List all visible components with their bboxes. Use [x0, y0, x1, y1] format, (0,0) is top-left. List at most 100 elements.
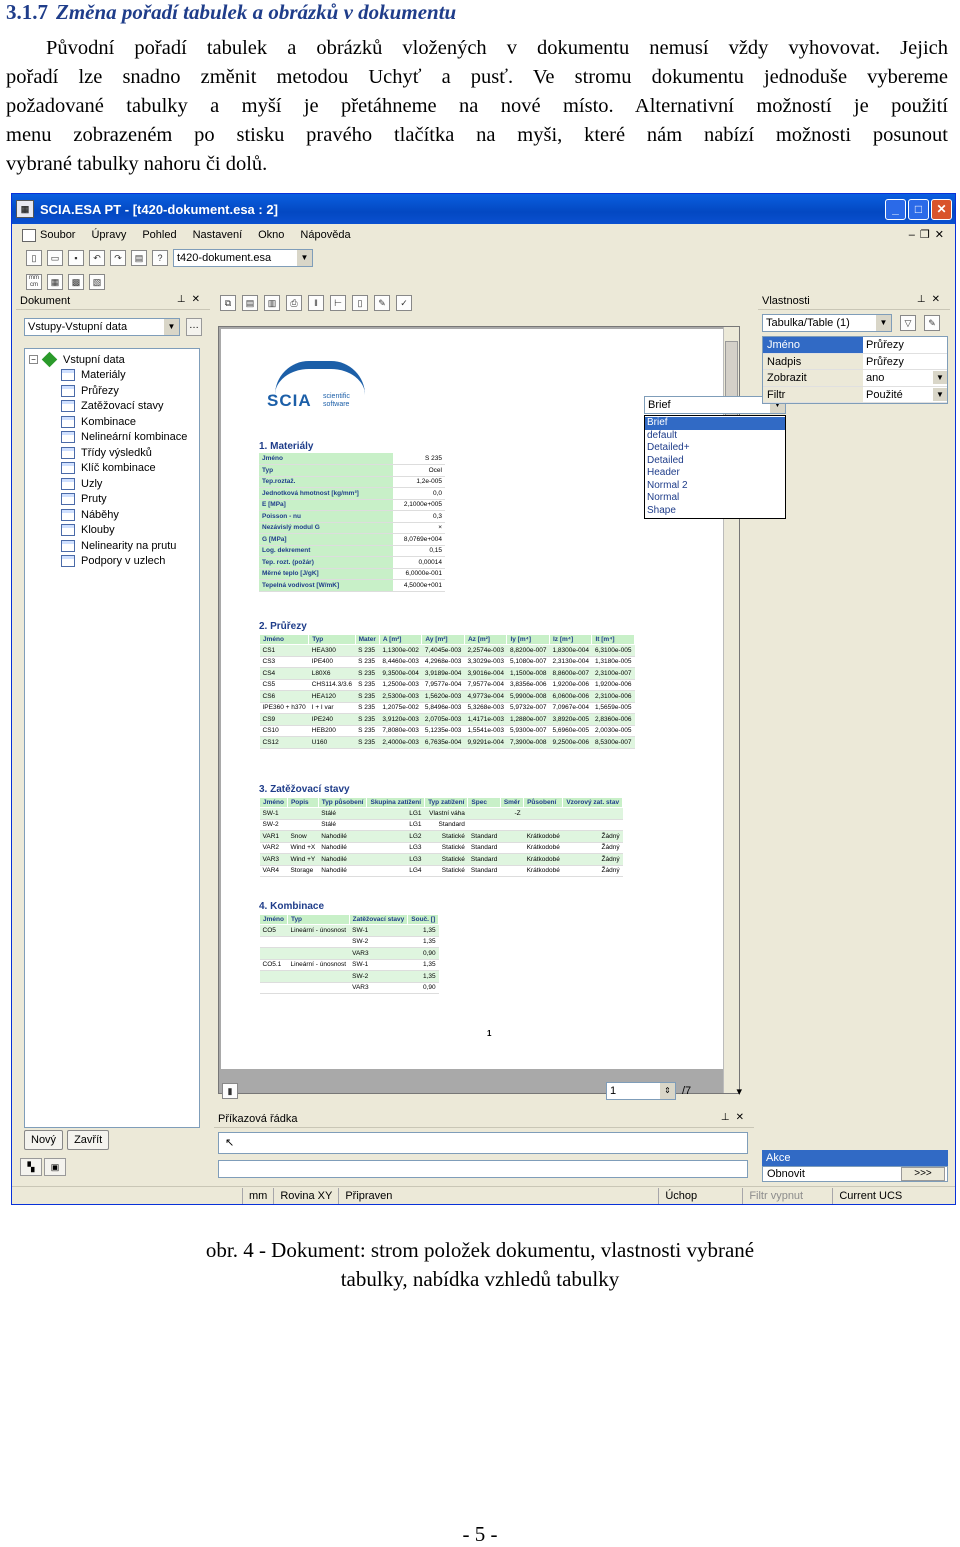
tree-item[interactable]: Kombinace — [25, 414, 199, 430]
menu-upravy[interactable]: Úpravy — [91, 229, 126, 241]
property-row[interactable]: Jméno Průřezy — [763, 337, 947, 354]
more-button[interactable]: >>> — [901, 1167, 945, 1181]
help-icon[interactable]: ? — [152, 250, 168, 266]
property-value[interactable]: Použité ▼ — [863, 387, 947, 403]
page-number: - 5 - — [462, 1522, 498, 1546]
object-combo[interactable]: Tabulka/Table (1) ▼ — [762, 314, 892, 332]
mdi-controls[interactable]: –❐✕ — [909, 228, 949, 241]
table-cell: LG3 — [366, 853, 425, 866]
chevron-down-icon[interactable]: ▼ — [297, 250, 312, 266]
app-icon[interactable]: ▦ — [16, 200, 34, 218]
report-icon[interactable]: ▧ — [89, 274, 105, 290]
title-bar[interactable]: ▦ SCIA.ESA PT - [t420-dokument.esa : 2] … — [12, 194, 955, 224]
tree-item[interactable]: Třídy výsledků — [25, 445, 199, 461]
cursor-arrow-icon[interactable]: ↖ — [225, 1136, 234, 1149]
tree-root[interactable]: − Vstupní data — [25, 351, 199, 368]
property-value[interactable]: Průřezy — [863, 337, 947, 353]
book-icon[interactable]: ▮ — [222, 1083, 238, 1099]
pencil-icon[interactable]: ✎ — [924, 315, 940, 331]
grid-icon[interactable]: ▩ — [68, 274, 84, 290]
menu-napoveda[interactable]: Nápověda — [300, 229, 350, 241]
tree-item[interactable]: Zatěžovací stavy — [25, 399, 199, 415]
close-panel-button[interactable]: Zavřít — [67, 1130, 110, 1150]
menu-label: Soubor — [40, 229, 76, 241]
property-row[interactable]: Zobrazit ano ▼ — [763, 370, 947, 387]
table-cell: 8,5300e-007 — [591, 736, 635, 749]
property-row[interactable]: Nadpis Průřezy — [763, 353, 947, 370]
open-folder-icon[interactable]: ▭ — [47, 250, 63, 266]
minimize-button[interactable]: _ — [885, 199, 906, 220]
new-button[interactable]: Nový — [24, 1130, 64, 1150]
units-icon[interactable]: mm cm — [26, 274, 42, 290]
tree-item[interactable]: Nelineární kombinace — [25, 430, 199, 446]
browse-button[interactable]: … — [186, 318, 202, 336]
status-filter[interactable]: Filtr vypnut — [742, 1187, 832, 1204]
copy-icon[interactable]: ⧉ — [220, 295, 236, 311]
save-icon[interactable]: ▪ — [68, 250, 84, 266]
insert-table-icon[interactable]: ▤ — [242, 295, 258, 311]
tab-document-icon[interactable]: ▣ — [44, 1158, 66, 1176]
chevron-down-icon[interactable]: ▼ — [164, 319, 179, 335]
close-button[interactable]: ✕ — [931, 199, 952, 220]
table-cell: CS12 — [259, 736, 309, 749]
tree-filter-combo[interactable]: Vstupy-Vstupní data ▼ — [24, 318, 180, 336]
status-plane[interactable]: Rovina XY — [273, 1187, 338, 1204]
property-grid[interactable]: Jméno Průřezy Nadpis Průřezy Zobrazit ano ▼ … — [762, 336, 948, 404]
menu-pohled[interactable]: Pohled — [142, 229, 176, 241]
print-icon[interactable]: ⎙ — [286, 295, 302, 311]
tree-item[interactable]: Podpory v uzlech — [25, 554, 199, 570]
table-icon — [61, 462, 75, 475]
spinner-icon[interactable]: ⇕ — [660, 1083, 675, 1099]
filter-icon[interactable]: ▽ — [900, 315, 916, 331]
table-row: Tep. rozt. (požár) 0,00014 — [259, 556, 445, 569]
table-cell: 3,3029e-003 — [464, 656, 507, 668]
command-input[interactable] — [218, 1160, 748, 1178]
tree-item[interactable]: Pruty — [25, 492, 199, 508]
property-value[interactable]: ano ▼ — [863, 370, 947, 386]
status-ucs[interactable]: Current UCS — [832, 1187, 908, 1204]
tree-item[interactable]: Nelinearity na prutu — [25, 538, 199, 554]
chevron-down-icon[interactable]: ▼ — [933, 371, 947, 384]
pin-close-icons[interactable]: ⊥✕ — [177, 294, 206, 305]
menu-okno[interactable]: Okno — [258, 229, 284, 241]
collapse-icon[interactable]: − — [29, 355, 38, 365]
page-break-icon[interactable]: ⊢ — [330, 295, 346, 311]
chevron-down-icon[interactable]: ▼ — [876, 315, 891, 331]
table-icon[interactable]: ▦ — [47, 274, 63, 290]
tree-item[interactable]: Průřezy — [25, 383, 199, 399]
page-input[interactable]: 1 ⇕ — [606, 1082, 676, 1100]
redo-icon[interactable]: ↷ — [110, 250, 126, 266]
file-combo[interactable]: t420-dokument.esa ▼ — [173, 249, 313, 267]
tree-item[interactable]: Klouby — [25, 523, 199, 539]
refresh-action[interactable]: Obnovit >>> — [762, 1166, 948, 1182]
properties-icon[interactable]: ▤ — [131, 250, 147, 266]
tree-item[interactable]: Uzly — [25, 476, 199, 492]
status-snap[interactable]: Úchop — [658, 1187, 742, 1204]
document-tree[interactable]: − Vstupní data Materiály Průřezy Zatěžova… — [24, 348, 200, 1128]
pin-close-icons[interactable]: ⊥✕ — [917, 294, 946, 305]
table-row: CO5 Lineární - únosnost SW-1 1,35 — [259, 924, 439, 937]
columns-icon[interactable]: ‖ — [308, 295, 324, 311]
menu-nastaveni[interactable]: Nastavení — [193, 229, 243, 241]
property-row[interactable]: Filtr Použité ▼ — [763, 386, 947, 403]
pin-close-icons[interactable]: ⊥✕ — [721, 1112, 750, 1123]
print-preview-icon[interactable]: ▥ — [264, 295, 280, 311]
tree-item[interactable]: Náběhy — [25, 507, 199, 523]
menu-soubor[interactable]: Soubor — [22, 228, 76, 242]
dropdown-arrow-icon[interactable]: ▾ — [736, 1085, 742, 1098]
chevron-down-icon[interactable]: ▼ — [933, 387, 947, 401]
edit-table-icon[interactable]: ✎ — [374, 295, 390, 311]
table-check-icon[interactable]: ✓ — [396, 295, 412, 311]
table-cell: 5,9900e-008 — [506, 690, 550, 703]
new-file-icon[interactable]: ▯ — [26, 250, 42, 266]
undo-icon[interactable]: ↶ — [89, 250, 105, 266]
property-value[interactable]: Průřezy — [863, 354, 947, 370]
tree-item[interactable]: Materiály — [25, 368, 199, 384]
tab-structure-icon[interactable]: ▚ — [20, 1158, 42, 1176]
table-cell: 5,1080e-007 — [506, 656, 550, 668]
page-icon[interactable]: ▯ — [352, 295, 368, 311]
tree-item[interactable]: Klíč kombinace — [25, 461, 199, 477]
table-icon — [61, 446, 75, 459]
maximize-button[interactable]: □ — [908, 199, 929, 220]
column-header: A [m²] — [378, 634, 423, 645]
